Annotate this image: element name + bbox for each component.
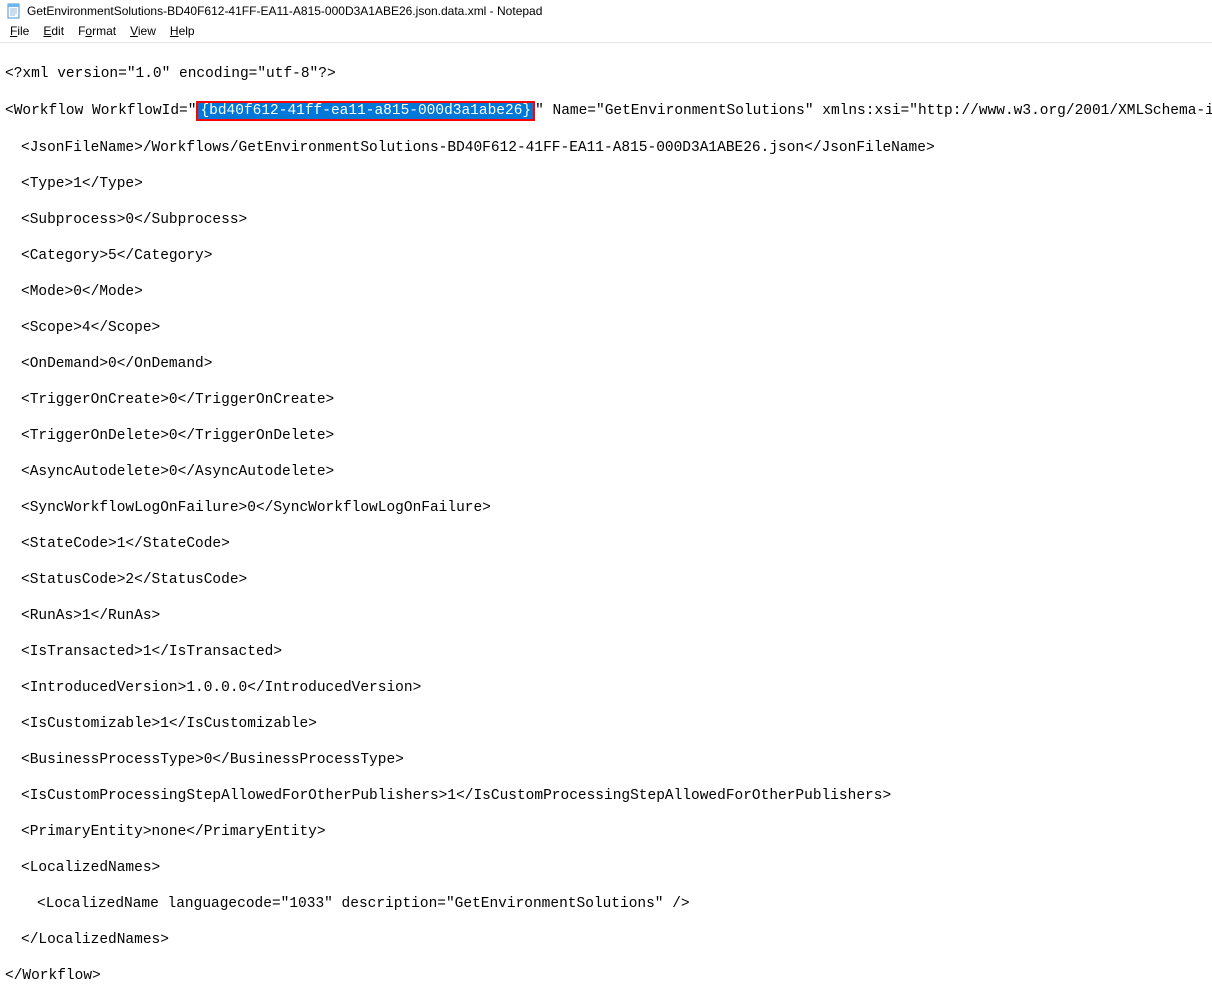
xml-line: <StateCode>1</StateCode> <box>21 535 1207 553</box>
xml-line: <?xml version="1.0" encoding="utf-8"?> <box>5 65 1207 83</box>
xml-line: <Scope>4</Scope> <box>21 319 1207 337</box>
xml-line: </LocalizedNames> <box>21 931 1207 949</box>
xml-line: <LocalizedName languagecode="1033" descr… <box>37 895 1207 913</box>
xml-line: <Workflow WorkflowId="{bd40f612-41ff-ea1… <box>5 101 1207 121</box>
xml-line: <PrimaryEntity>none</PrimaryEntity> <box>21 823 1207 841</box>
xml-text: <Workflow WorkflowId=" <box>5 103 196 119</box>
menu-bar: File Edit Format View Help <box>0 21 1212 43</box>
menu-view[interactable]: View <box>124 23 162 39</box>
xml-line: <BusinessProcessType>0</BusinessProcessT… <box>21 751 1207 769</box>
xml-line: <IsCustomProcessingStepAllowedForOtherPu… <box>21 787 1207 805</box>
xml-line: <AsyncAutodelete>0</AsyncAutodelete> <box>21 463 1207 481</box>
xml-line: <Type>1</Type> <box>21 175 1207 193</box>
xml-line: <Category>5</Category> <box>21 247 1207 265</box>
title-bar: GetEnvironmentSolutions-BD40F612-41FF-EA… <box>0 0 1212 21</box>
notepad-icon <box>6 3 22 19</box>
xml-line: <LocalizedNames> <box>21 859 1207 877</box>
menu-file[interactable]: File <box>4 23 35 39</box>
xml-line: <JsonFileName>/Workflows/GetEnvironmentS… <box>21 139 1207 157</box>
xml-line: </Workflow> <box>5 967 1207 985</box>
xml-line: <RunAs>1</RunAs> <box>21 607 1207 625</box>
selected-text[interactable]: {bd40f612-41ff-ea11-a815-000d3a1abe26} <box>196 101 535 121</box>
xml-line: <StatusCode>2</StatusCode> <box>21 571 1207 589</box>
window-title: GetEnvironmentSolutions-BD40F612-41FF-EA… <box>27 4 542 18</box>
xml-line: <SyncWorkflowLogOnFailure>0</SyncWorkflo… <box>21 499 1207 517</box>
xml-text: " Name="GetEnvironmentSolutions" xmlns:x… <box>535 103 1212 119</box>
xml-line: <Mode>0</Mode> <box>21 283 1207 301</box>
xml-line: <Subprocess>0</Subprocess> <box>21 211 1207 229</box>
xml-line: <OnDemand>0</OnDemand> <box>21 355 1207 373</box>
xml-line: <TriggerOnDelete>0</TriggerOnDelete> <box>21 427 1207 445</box>
menu-format[interactable]: Format <box>72 23 122 39</box>
xml-line: <IntroducedVersion>1.0.0.0</IntroducedVe… <box>21 679 1207 697</box>
menu-edit[interactable]: Edit <box>37 23 70 39</box>
text-editor[interactable]: <?xml version="1.0" encoding="utf-8"?> <… <box>0 45 1212 1005</box>
xml-line: <IsTransacted>1</IsTransacted> <box>21 643 1207 661</box>
xml-line: <IsCustomizable>1</IsCustomizable> <box>21 715 1207 733</box>
xml-line: <TriggerOnCreate>0</TriggerOnCreate> <box>21 391 1207 409</box>
menu-help[interactable]: Help <box>164 23 201 39</box>
